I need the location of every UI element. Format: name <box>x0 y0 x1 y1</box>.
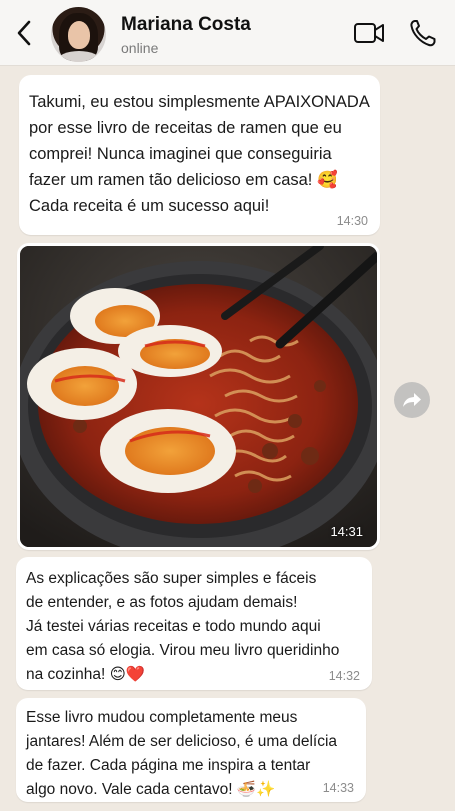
contact-status: online <box>121 40 159 56</box>
message-bubble[interactable]: As explicações são super simples e fácei… <box>16 557 372 690</box>
phone-icon[interactable] <box>409 18 437 48</box>
avatar[interactable] <box>51 7 106 62</box>
message-text: Takumi, eu estou simplesmente APAIXONADA… <box>29 93 370 215</box>
message-time: 14:31 <box>330 524 363 539</box>
message-bubble[interactable]: Takumi, eu estou simplesmente APAIXONADA… <box>19 75 380 235</box>
chat-header: Mariana Costa online <box>0 0 455 66</box>
message-time: 14:30 <box>336 214 368 228</box>
message-time: 14:32 <box>328 669 360 683</box>
forward-icon[interactable] <box>394 382 430 418</box>
image-message[interactable]: 14:31 <box>17 243 380 550</box>
message-text: As explicações são super simples e fácei… <box>26 570 340 683</box>
video-call-icon[interactable] <box>353 20 385 46</box>
ramen-photo[interactable]: 14:31 <box>20 246 377 547</box>
message-bubble[interactable]: Esse livro mudou completamente meus jant… <box>16 698 366 802</box>
chevron-left-icon[interactable] <box>12 19 36 47</box>
message-text: Esse livro mudou completamente meus jant… <box>26 709 338 798</box>
message-time: 14:33 <box>322 781 354 795</box>
contact-name[interactable]: Mariana Costa <box>121 14 251 36</box>
